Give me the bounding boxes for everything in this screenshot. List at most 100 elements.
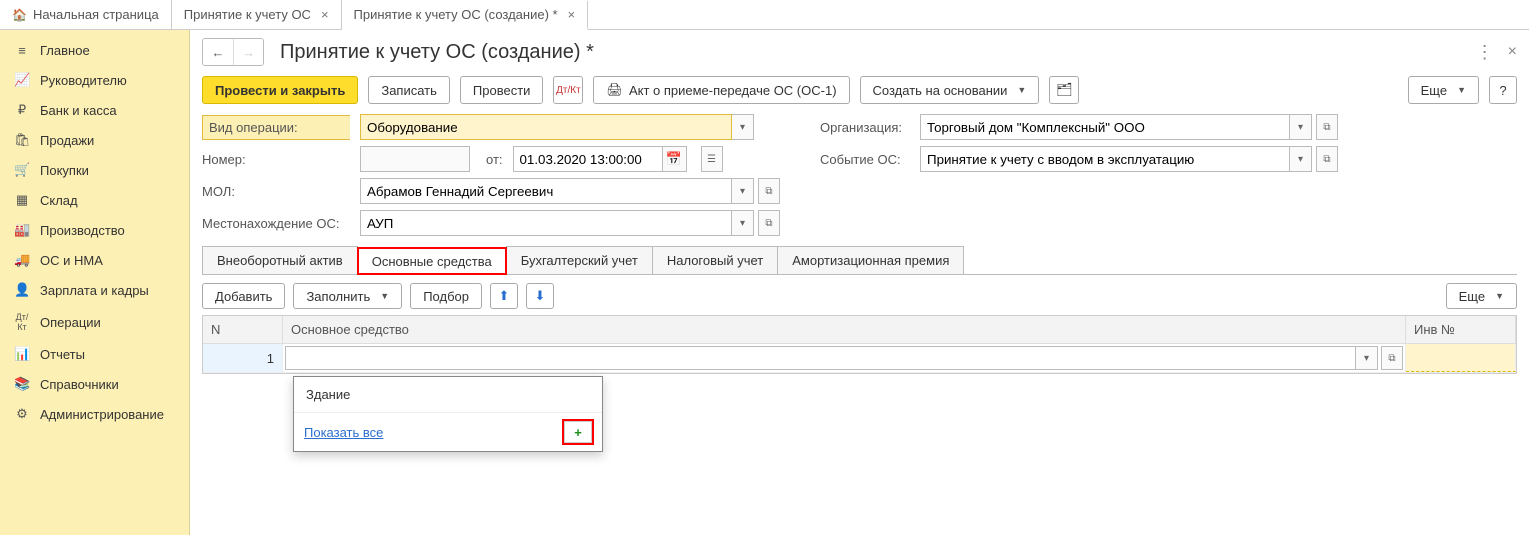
org-input[interactable]: [920, 114, 1290, 140]
table-row[interactable]: 1 ▾ ⧉ Здание Показать все +: [203, 344, 1516, 373]
mol-open-button[interactable]: ⧉: [758, 178, 780, 204]
show-all-link[interactable]: Показать все: [304, 425, 383, 440]
op-type-select-button[interactable]: ▾: [732, 114, 754, 140]
gear-icon: ⚙: [14, 406, 30, 422]
sidebar-item-label: Склад: [40, 193, 78, 208]
date-input[interactable]: [513, 146, 663, 172]
sidebar-item-label: Зарплата и кадры: [40, 283, 149, 298]
sidebar-item-bank[interactable]: ₽ Банк и касса: [0, 95, 189, 125]
date-extra-button[interactable]: ☰: [701, 146, 723, 172]
table-more-button[interactable]: Еще▼: [1446, 283, 1517, 309]
structure-icon: 🗂: [1056, 82, 1073, 98]
sidebar-item-label: Отчеты: [40, 347, 85, 362]
event-select-button[interactable]: ▾: [1290, 146, 1312, 172]
move-down-button[interactable]: ⬇: [526, 283, 554, 309]
event-open-button[interactable]: ⧉: [1316, 146, 1338, 172]
sidebar-item-assets[interactable]: 🚚ОС и НМА: [0, 245, 189, 275]
close-window-icon[interactable]: ×: [1508, 43, 1517, 61]
sidebar-item-label: Справочники: [40, 377, 119, 392]
print-act-button[interactable]: 🖨Акт о приеме-передаче ОС (ОС-1): [593, 76, 849, 104]
asset-cell-open-button[interactable]: ⧉: [1381, 346, 1403, 370]
location-input[interactable]: [360, 210, 732, 236]
add-new-button[interactable]: +: [564, 421, 592, 443]
op-type-input[interactable]: [360, 114, 732, 140]
nav-back-button[interactable]: ←: [203, 39, 233, 65]
chevron-down-icon: ▼: [1495, 291, 1504, 301]
org-open-button[interactable]: ⧉: [1316, 114, 1338, 140]
post-button[interactable]: Провести: [460, 76, 544, 104]
sidebar-item-label: Администрирование: [40, 407, 164, 422]
tab-doc-1[interactable]: Принятие к учету ОС ×: [172, 0, 342, 29]
mol-select-button[interactable]: ▾: [732, 178, 754, 204]
sidebar-item-sales[interactable]: 🛍Продажи: [0, 125, 189, 155]
sidebar-item-label: Производство: [40, 223, 125, 238]
asset-dropdown: Здание Показать все +: [293, 376, 603, 452]
dropdown-item-building[interactable]: Здание: [294, 377, 602, 413]
sub-tabs: Внеоборотный актив Основные средства Бух…: [202, 246, 1517, 275]
tab-home[interactable]: Начальная страница: [0, 0, 172, 29]
close-icon[interactable]: ×: [568, 7, 576, 22]
sidebar-item-operations[interactable]: Дт/КтОперации: [0, 305, 189, 339]
grid-icon: ▦: [14, 192, 30, 208]
sidebar-item-directories[interactable]: 📚Справочники: [0, 369, 189, 399]
number-input[interactable]: [360, 146, 470, 172]
sidebar-item-label: Главное: [40, 43, 90, 58]
tab-doc-2-label: Принятие к учету ОС (создание) *: [354, 7, 558, 22]
calendar-button[interactable]: 📅: [663, 146, 687, 172]
sidebar-item-admin[interactable]: ⚙ Администрирование: [0, 399, 189, 429]
add-row-button[interactable]: Добавить: [202, 283, 285, 309]
sidebar-item-warehouse[interactable]: ▦ Склад: [0, 185, 189, 215]
subtab-bonus[interactable]: Амортизационная премия: [777, 246, 964, 274]
ruble-icon: ₽: [14, 102, 30, 118]
number-label: Номер:: [202, 152, 350, 167]
close-icon[interactable]: ×: [321, 7, 329, 22]
subtab-tax[interactable]: Налоговый учет: [652, 246, 778, 274]
event-input[interactable]: [920, 146, 1290, 172]
fill-button[interactable]: Заполнить▼: [293, 283, 402, 309]
dtkt-icon: Дт/Кт: [556, 85, 581, 96]
menu-icon: ≡: [14, 43, 30, 58]
more-button[interactable]: Еще▼: [1408, 76, 1479, 104]
sidebar: ≡ Главное 📈Руководителю ₽ Банк и касса 🛍Пр…: [0, 30, 190, 535]
location-select-button[interactable]: ▾: [732, 210, 754, 236]
help-button[interactable]: ?: [1489, 76, 1517, 104]
sidebar-item-manager[interactable]: 📈Руководителю: [0, 65, 189, 95]
asset-cell-input[interactable]: [285, 346, 1356, 370]
pick-button[interactable]: Подбор: [410, 283, 482, 309]
person-icon: 👤: [14, 282, 30, 298]
sidebar-item-production[interactable]: 🏭Производство: [0, 215, 189, 245]
post-and-close-button[interactable]: Провести и закрыть: [202, 76, 358, 104]
chevron-down-icon: ▼: [1017, 85, 1026, 95]
cell-inv: [1406, 344, 1516, 372]
mol-input[interactable]: [360, 178, 732, 204]
sidebar-item-label: Банк и касса: [40, 103, 117, 118]
move-up-button[interactable]: ⬆: [490, 283, 518, 309]
structure-button[interactable]: 🗂: [1049, 76, 1079, 104]
location-open-button[interactable]: ⧉: [758, 210, 780, 236]
tab-doc-1-label: Принятие к учету ОС: [184, 7, 311, 22]
tab-doc-2[interactable]: Принятие к учету ОС (создание) * ×: [342, 1, 589, 30]
create-based-button[interactable]: Создать на основании▼: [860, 76, 1040, 104]
sidebar-item-label: Покупки: [40, 163, 89, 178]
cell-asset: ▾ ⧉: [283, 344, 1406, 372]
sidebar-item-main[interactable]: ≡ Главное: [0, 36, 189, 65]
table-toolbar: Добавить Заполнить▼ Подбор ⬆ ⬇ Еще▼: [202, 283, 1517, 309]
subtab-accounting[interactable]: Бухгалтерский учет: [506, 246, 653, 274]
sidebar-item-hr[interactable]: 👤 Зарплата и кадры: [0, 275, 189, 305]
printer-icon: 🖨: [606, 82, 623, 98]
org-select-button[interactable]: ▾: [1290, 114, 1312, 140]
dtkt-icon: Дт/Кт: [14, 312, 30, 332]
chart-icon: 📈: [14, 72, 30, 88]
col-header-asset: Основное средство: [283, 316, 1406, 343]
dtkt-button[interactable]: Дт/Кт: [553, 76, 583, 104]
sidebar-item-label: Продажи: [40, 133, 94, 148]
asset-cell-select-button[interactable]: ▾: [1356, 346, 1378, 370]
more-menu-icon[interactable]: ⋮: [1476, 42, 1494, 63]
subtab-noncurrent-asset[interactable]: Внеоборотный актив: [202, 246, 358, 274]
sidebar-item-purchases[interactable]: 🛒Покупки: [0, 155, 189, 185]
chevron-down-icon: ▼: [1457, 85, 1466, 95]
sidebar-item-reports[interactable]: 📊Отчеты: [0, 339, 189, 369]
subtab-fixed-assets[interactable]: Основные средства: [357, 247, 507, 275]
write-button[interactable]: Записать: [368, 76, 450, 104]
org-label: Организация:: [820, 120, 910, 135]
